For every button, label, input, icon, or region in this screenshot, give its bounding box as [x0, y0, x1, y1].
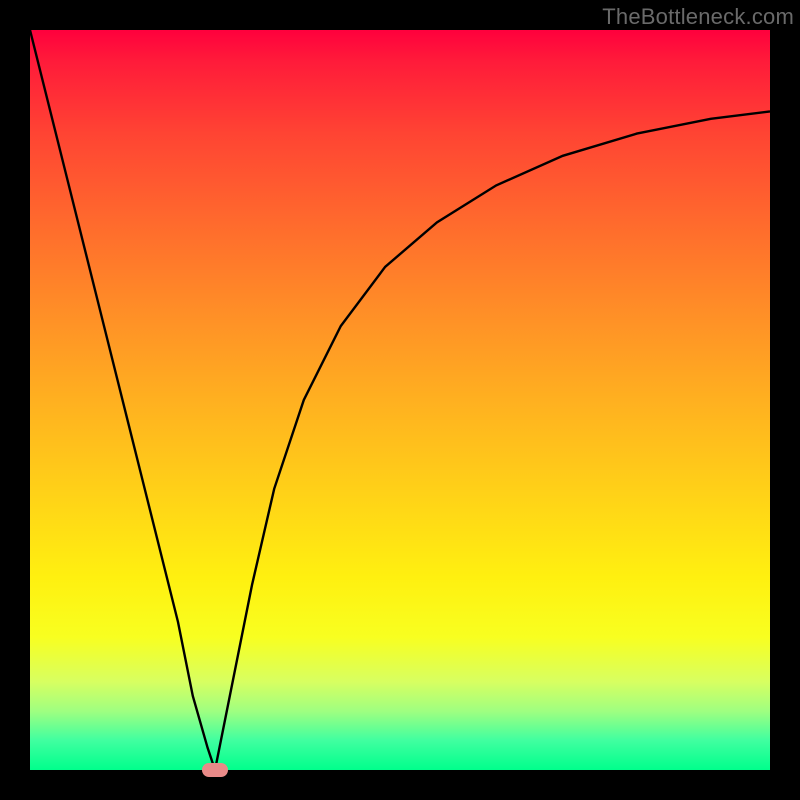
curve-right — [215, 111, 770, 770]
chart-frame: TheBottleneck.com — [0, 0, 800, 800]
bottleneck-marker — [202, 763, 228, 777]
curve-layer — [30, 30, 770, 770]
curve-left — [30, 30, 215, 770]
plot-area — [30, 30, 770, 770]
watermark-text: TheBottleneck.com — [602, 4, 794, 30]
